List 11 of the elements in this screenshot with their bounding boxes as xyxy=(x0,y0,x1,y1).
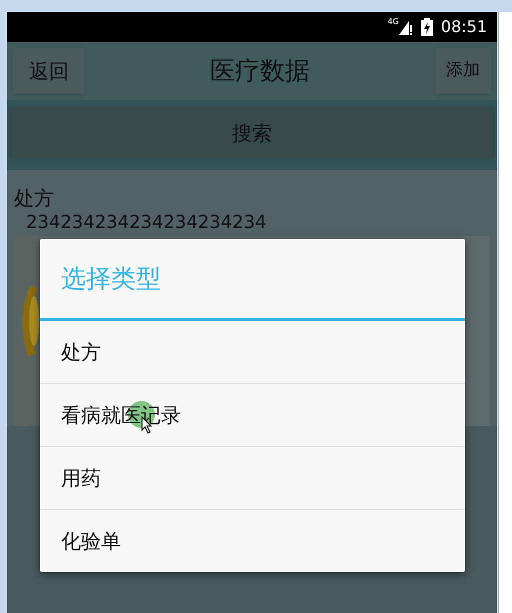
record-number: 234234234234234234234 xyxy=(25,214,268,232)
signal-icon xyxy=(398,19,413,35)
dialog-item[interactable]: 用药 xyxy=(40,447,465,509)
dialog-title: 选择类型 xyxy=(40,239,465,321)
network-label: 4G xyxy=(388,18,399,26)
battery-icon xyxy=(420,18,433,36)
page-title: 医疗数据 xyxy=(210,55,310,88)
clock: 08:51 xyxy=(440,16,487,38)
record-type: 处方 xyxy=(14,185,55,212)
dialog-item[interactable]: 处方 xyxy=(40,321,465,383)
dialog-item[interactable]: 化验单 xyxy=(40,510,465,572)
